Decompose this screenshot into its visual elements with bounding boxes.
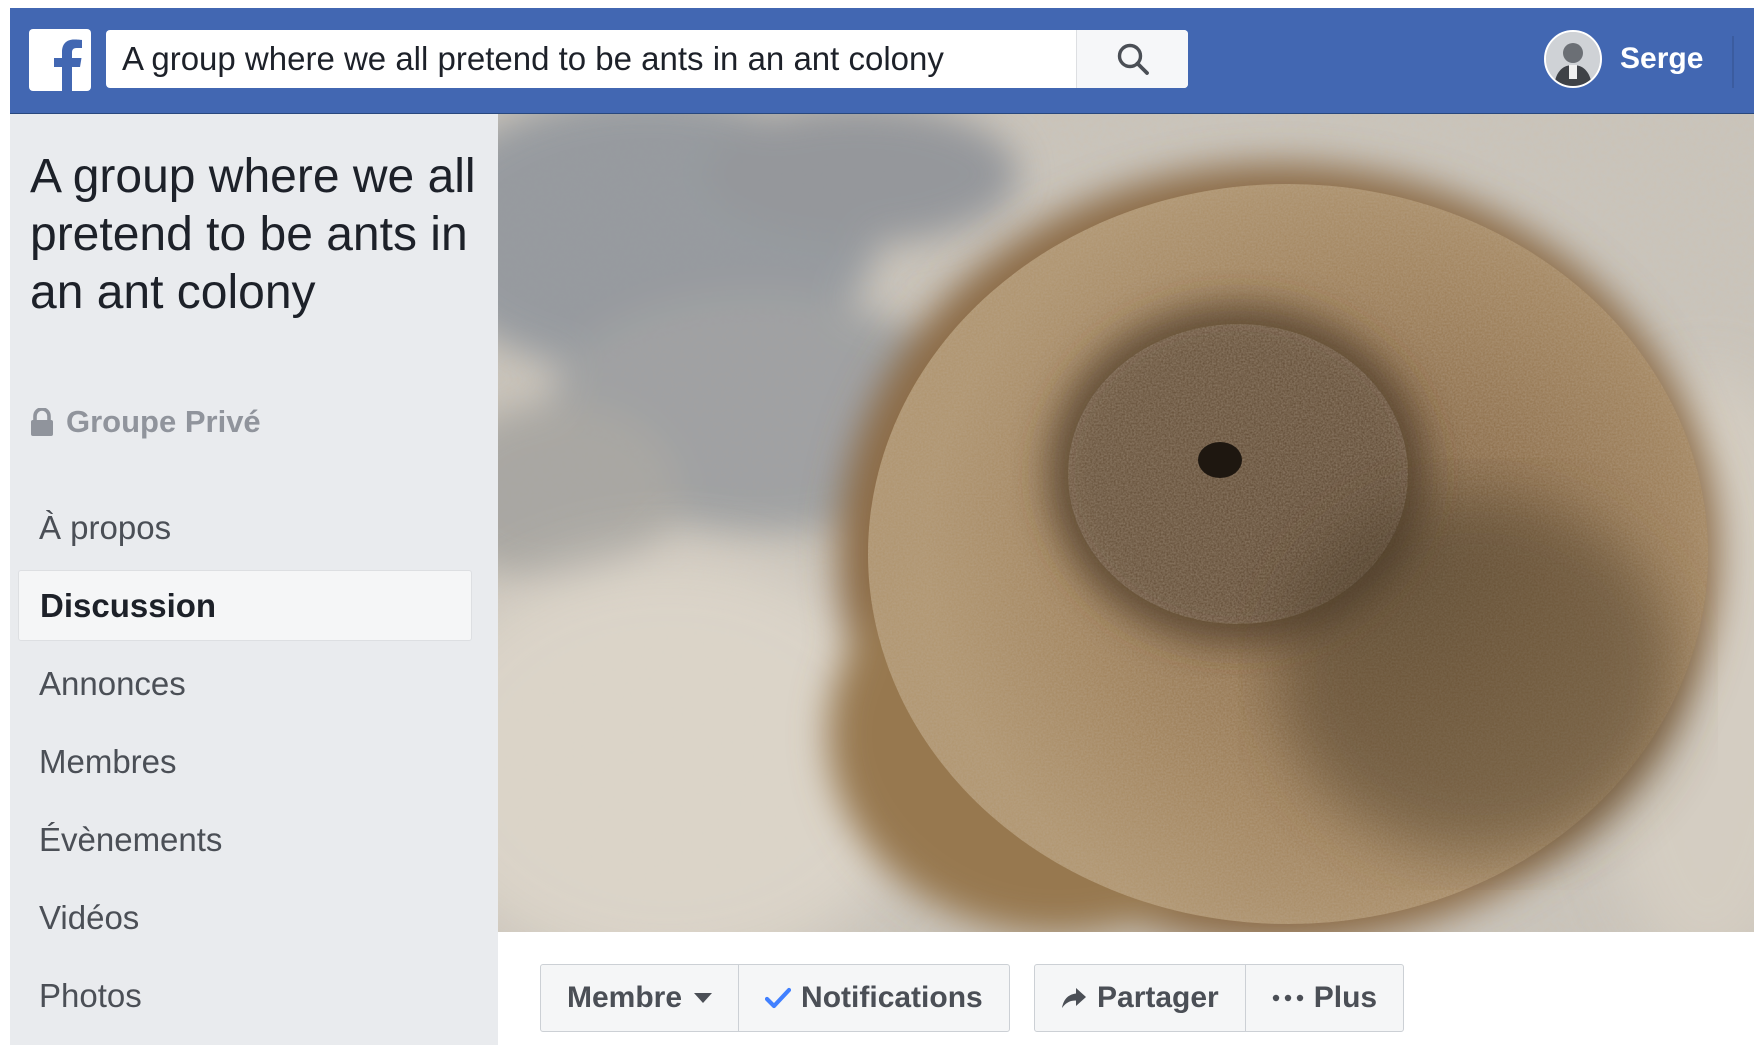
share-more-button-group: Partager Plus [1034, 964, 1405, 1032]
group-sidebar: A group where we all pretend to be ants … [10, 114, 498, 1045]
nav-item-discussion[interactable]: Discussion [18, 570, 472, 641]
nav-item-label: Annonces [39, 664, 186, 702]
nav-item-label: Évènements [39, 820, 223, 858]
nav-item-members[interactable]: Membres [18, 726, 472, 797]
group-action-bar: Membre Notifications Partager Plus [498, 932, 1754, 1045]
more-label: Plus [1313, 981, 1378, 1014]
share-button[interactable]: Partager [1035, 965, 1245, 1031]
nav-item-announcements[interactable]: Annonces [18, 648, 472, 719]
nav-item-events[interactable]: Évènements [18, 804, 472, 875]
privacy-label: Groupe Privé [66, 404, 261, 439]
search-input[interactable] [106, 30, 1076, 88]
nav-item-label: À propos [39, 508, 172, 546]
nav-item-label: Membres [39, 742, 177, 780]
search-icon [1117, 43, 1149, 75]
topbar-divider [1732, 36, 1734, 88]
caret-down-icon [694, 993, 713, 1003]
facebook-logo-icon[interactable] [29, 29, 91, 91]
search-bar [106, 30, 1188, 88]
ellipsis-icon [1272, 994, 1304, 1002]
more-button[interactable]: Plus [1244, 965, 1403, 1031]
profile-link[interactable]: Serge [1544, 26, 1703, 92]
nav-item-label: Vidéos [39, 898, 140, 936]
nav-item-videos[interactable]: Vidéos [18, 882, 472, 953]
avatar[interactable] [1544, 30, 1602, 88]
nav-item-photos[interactable]: Photos [18, 960, 472, 1031]
nav-item-label: Photos [39, 976, 142, 1014]
nav-item-about[interactable]: À propos [18, 492, 472, 563]
member-label: Membre [567, 981, 683, 1014]
lock-icon [30, 408, 54, 436]
membership-button-group: Membre Notifications [540, 964, 1010, 1032]
group-title[interactable]: A group where we all pretend to be ants … [30, 148, 480, 322]
checkmark-icon [765, 987, 792, 1009]
app-window: Serge A group where we all pretend to be… [10, 8, 1754, 1045]
top-bar: Serge [10, 8, 1754, 114]
notifications-button[interactable]: Notifications [738, 965, 1009, 1031]
profile-name[interactable]: Serge [1620, 42, 1703, 76]
share-label: Partager [1097, 981, 1219, 1014]
group-privacy: Groupe Privé [30, 404, 261, 440]
notifications-label: Notifications [801, 981, 983, 1014]
group-nav: À propos Discussion Annonces Membres Évè… [18, 492, 472, 1038]
nav-item-label: Discussion [40, 586, 217, 624]
cover-photo[interactable] [498, 114, 1754, 932]
share-arrow-icon [1061, 986, 1087, 1010]
member-button[interactable]: Membre [541, 965, 738, 1031]
search-button[interactable] [1076, 30, 1188, 88]
